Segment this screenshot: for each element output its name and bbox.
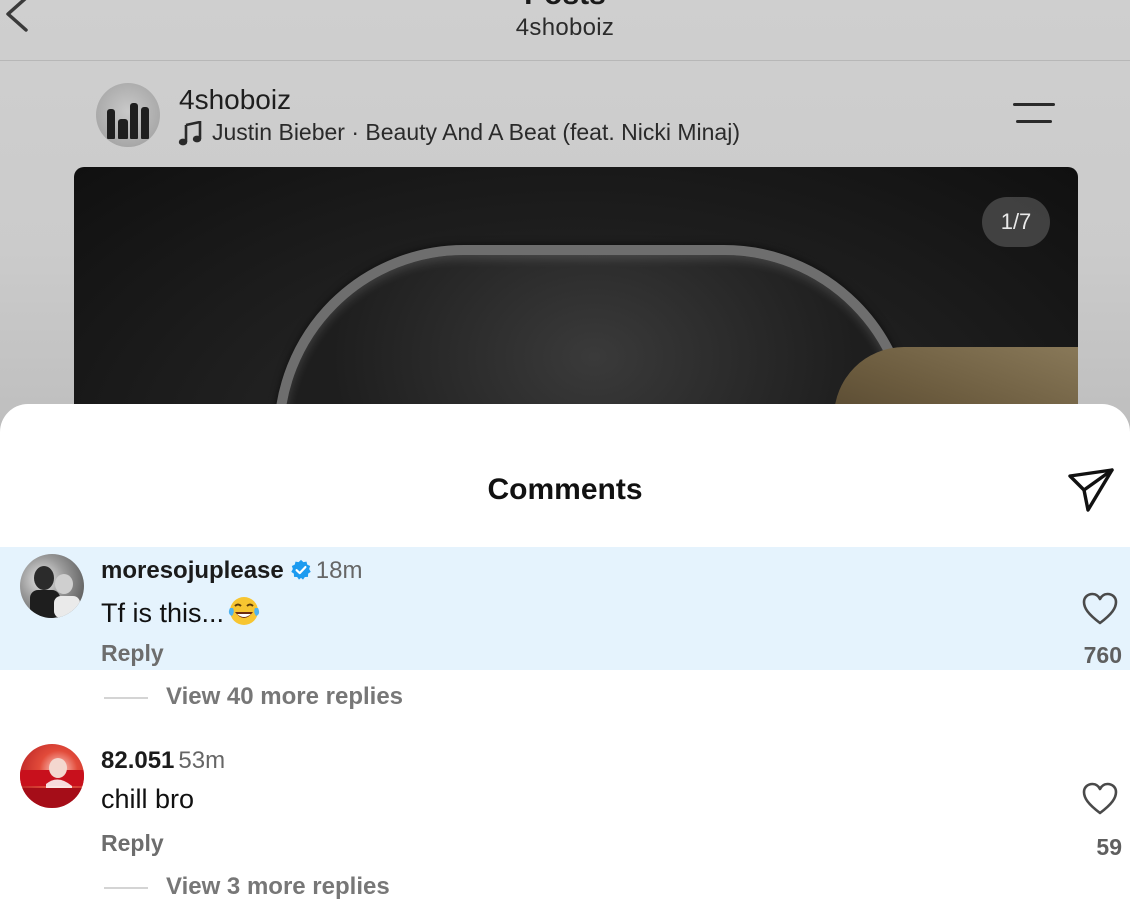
- comment-username[interactable]: 82.051: [101, 747, 174, 774]
- page-subtitle-username[interactable]: 4shoboiz: [0, 14, 1130, 42]
- media-content: [274, 245, 914, 427]
- heart-icon[interactable]: [1082, 782, 1118, 816]
- reply-button[interactable]: Reply: [101, 830, 164, 857]
- post-background: Posts 4shoboiz 4shoboiz Justin Bieber · …: [0, 0, 1130, 427]
- comment-time: 18m: [315, 557, 363, 584]
- view-replies-button[interactable]: View 40 more replies: [104, 683, 403, 711]
- replies-divider-line: [104, 696, 148, 699]
- comment-text: Tf is this...: [101, 598, 225, 628]
- like-count: 59: [1096, 834, 1122, 860]
- face-with-tears-of-joy-icon: [228, 597, 260, 625]
- send-icon[interactable]: [1066, 464, 1116, 514]
- music-note-icon: [178, 121, 202, 146]
- media-page-counter: 1/7: [982, 197, 1050, 247]
- reply-button[interactable]: Reply: [101, 640, 164, 667]
- comment-item: moresojuplease 18m Tf is this... Reply 7…: [0, 547, 1130, 670]
- comment-item: 82.051 53m chill bro Reply 59: [0, 737, 1130, 860]
- heart-icon[interactable]: [1082, 592, 1118, 626]
- comments-sheet: Comments moresojuplease 18m Tf is this..…: [0, 404, 1130, 924]
- comments-title: Comments: [487, 473, 643, 506]
- commenter-avatar[interactable]: [20, 554, 84, 618]
- comment-username[interactable]: moresojuplease: [101, 557, 284, 584]
- top-bar: Posts 4shoboiz: [0, 0, 1130, 61]
- view-replies-button[interactable]: View 3 more replies: [104, 873, 390, 901]
- like-count: 760: [1083, 642, 1122, 668]
- commenter-avatar[interactable]: [20, 744, 84, 808]
- post-author-avatar[interactable]: [96, 83, 160, 147]
- post-media[interactable]: [74, 167, 1078, 427]
- comment-text: chill bro: [101, 784, 195, 814]
- page-title: Posts: [0, 0, 1130, 12]
- comment-time: 53m: [178, 747, 226, 774]
- replies-divider-line: [104, 886, 148, 889]
- post-music-label[interactable]: Justin Bieber · Beauty And A Beat (feat.…: [212, 119, 740, 146]
- view-replies-label: View 40 more replies: [166, 683, 404, 710]
- view-replies-label: View 3 more replies: [166, 873, 390, 900]
- menu-icon[interactable]: [1013, 101, 1055, 127]
- verified-badge-icon: [291, 559, 311, 580]
- post-author-username[interactable]: 4shoboiz: [179, 84, 291, 116]
